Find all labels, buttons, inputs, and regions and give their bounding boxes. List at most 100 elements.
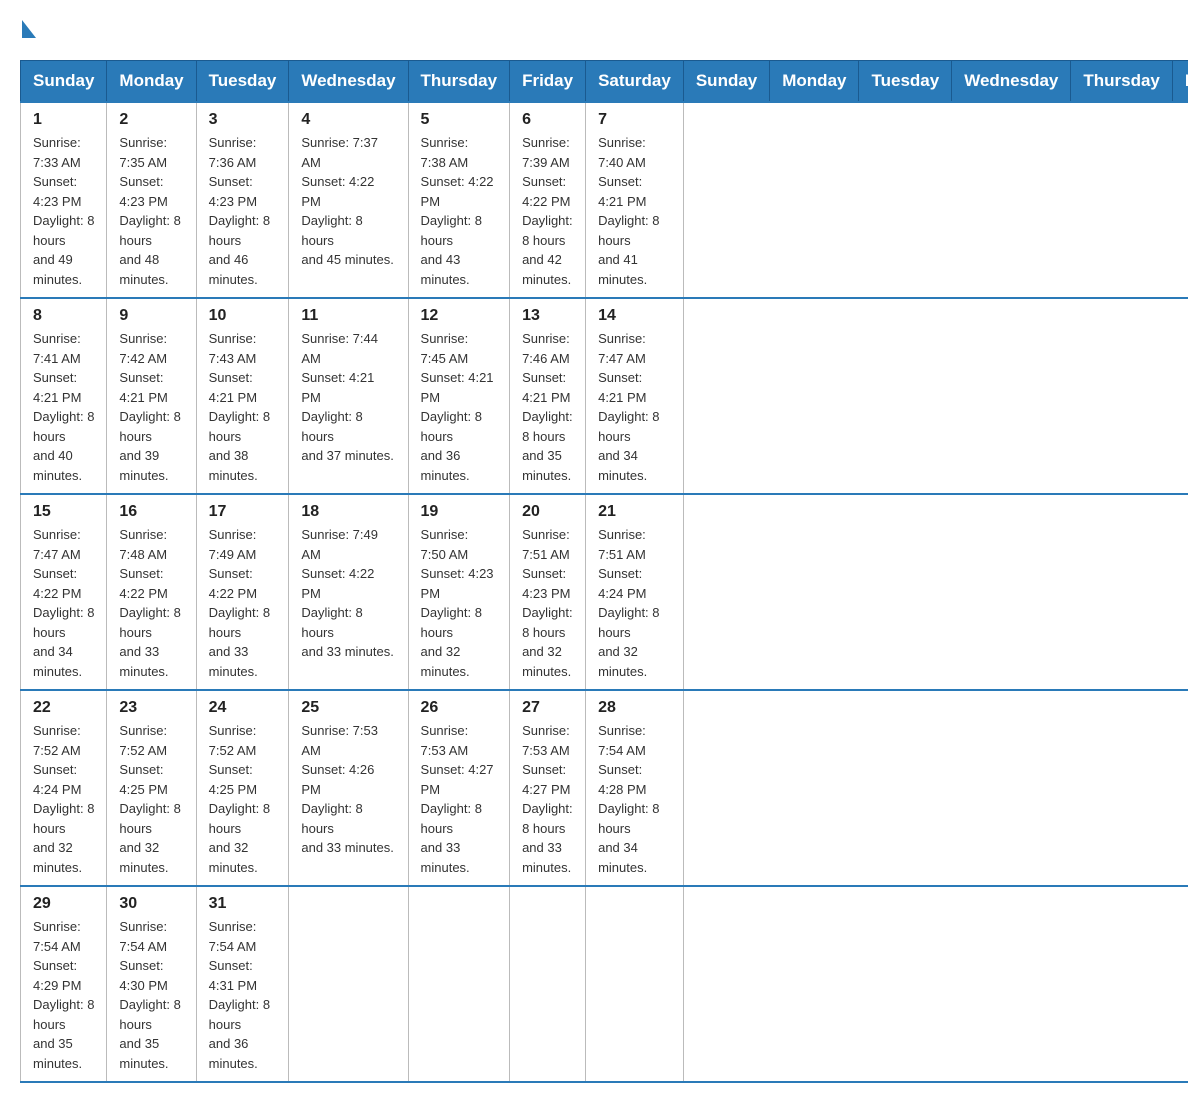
day-number: 19 bbox=[421, 503, 498, 521]
day-number: 1 bbox=[33, 111, 94, 129]
day-info: Sunrise: 7:52 AM Sunset: 4:24 PM Dayligh… bbox=[33, 721, 94, 877]
day-info: Sunrise: 7:53 AM Sunset: 4:27 PM Dayligh… bbox=[421, 721, 498, 877]
day-number: 7 bbox=[598, 111, 671, 129]
day-info: Sunrise: 7:51 AM Sunset: 4:24 PM Dayligh… bbox=[598, 525, 671, 681]
day-info: Sunrise: 7:53 AM Sunset: 4:26 PM Dayligh… bbox=[301, 721, 395, 858]
day-info: Sunrise: 7:46 AM Sunset: 4:21 PM Dayligh… bbox=[522, 329, 573, 485]
logo bbox=[20, 20, 36, 40]
calendar-cell: 29 Sunrise: 7:54 AM Sunset: 4:29 PM Dayl… bbox=[21, 886, 107, 1082]
calendar-cell: 25 Sunrise: 7:53 AM Sunset: 4:26 PM Dayl… bbox=[289, 690, 408, 886]
calendar-cell: 8 Sunrise: 7:41 AM Sunset: 4:21 PM Dayli… bbox=[21, 298, 107, 494]
calendar-cell: 10 Sunrise: 7:43 AM Sunset: 4:21 PM Dayl… bbox=[196, 298, 289, 494]
day-number: 10 bbox=[209, 307, 277, 325]
day-info: Sunrise: 7:39 AM Sunset: 4:22 PM Dayligh… bbox=[522, 133, 573, 289]
day-info: Sunrise: 7:54 AM Sunset: 4:29 PM Dayligh… bbox=[33, 917, 94, 1073]
day-number: 22 bbox=[33, 699, 94, 717]
calendar-cell: 24 Sunrise: 7:52 AM Sunset: 4:25 PM Dayl… bbox=[196, 690, 289, 886]
day-number: 28 bbox=[598, 699, 671, 717]
day-info: Sunrise: 7:35 AM Sunset: 4:23 PM Dayligh… bbox=[119, 133, 183, 289]
calendar-cell: 4 Sunrise: 7:37 AM Sunset: 4:22 PM Dayli… bbox=[289, 102, 408, 298]
calendar-cell: 2 Sunrise: 7:35 AM Sunset: 4:23 PM Dayli… bbox=[107, 102, 196, 298]
day-info: Sunrise: 7:38 AM Sunset: 4:22 PM Dayligh… bbox=[421, 133, 498, 289]
day-info: Sunrise: 7:51 AM Sunset: 4:23 PM Dayligh… bbox=[522, 525, 573, 681]
calendar-cell: 30 Sunrise: 7:54 AM Sunset: 4:30 PM Dayl… bbox=[107, 886, 196, 1082]
col-header-thursday: Thursday bbox=[1071, 61, 1173, 103]
day-info: Sunrise: 7:37 AM Sunset: 4:22 PM Dayligh… bbox=[301, 133, 395, 270]
day-info: Sunrise: 7:47 AM Sunset: 4:22 PM Dayligh… bbox=[33, 525, 94, 681]
day-info: Sunrise: 7:52 AM Sunset: 4:25 PM Dayligh… bbox=[119, 721, 183, 877]
day-number: 25 bbox=[301, 699, 395, 717]
day-number: 8 bbox=[33, 307, 94, 325]
day-number: 11 bbox=[301, 307, 395, 325]
day-info: Sunrise: 7:36 AM Sunset: 4:23 PM Dayligh… bbox=[209, 133, 277, 289]
calendar-cell: 18 Sunrise: 7:49 AM Sunset: 4:22 PM Dayl… bbox=[289, 494, 408, 690]
calendar-cell bbox=[408, 886, 510, 1082]
calendar-week-4: 22 Sunrise: 7:52 AM Sunset: 4:24 PM Dayl… bbox=[21, 690, 1188, 886]
day-info: Sunrise: 7:54 AM Sunset: 4:30 PM Dayligh… bbox=[119, 917, 183, 1073]
calendar-cell: 22 Sunrise: 7:52 AM Sunset: 4:24 PM Dayl… bbox=[21, 690, 107, 886]
day-info: Sunrise: 7:45 AM Sunset: 4:21 PM Dayligh… bbox=[421, 329, 498, 485]
calendar-cell: 31 Sunrise: 7:54 AM Sunset: 4:31 PM Dayl… bbox=[196, 886, 289, 1082]
day-info: Sunrise: 7:47 AM Sunset: 4:21 PM Dayligh… bbox=[598, 329, 671, 485]
day-info: Sunrise: 7:44 AM Sunset: 4:21 PM Dayligh… bbox=[301, 329, 395, 466]
day-number: 13 bbox=[522, 307, 573, 325]
col-header-friday: Friday bbox=[510, 61, 586, 103]
col-header-friday: Friday bbox=[1172, 61, 1188, 103]
col-header-wednesday: Wednesday bbox=[289, 61, 408, 103]
calendar-cell: 21 Sunrise: 7:51 AM Sunset: 4:24 PM Dayl… bbox=[586, 494, 684, 690]
calendar-cell: 6 Sunrise: 7:39 AM Sunset: 4:22 PM Dayli… bbox=[510, 102, 586, 298]
day-number: 23 bbox=[119, 699, 183, 717]
day-info: Sunrise: 7:33 AM Sunset: 4:23 PM Dayligh… bbox=[33, 133, 94, 289]
calendar-cell: 7 Sunrise: 7:40 AM Sunset: 4:21 PM Dayli… bbox=[586, 102, 684, 298]
day-number: 30 bbox=[119, 895, 183, 913]
col-header-tuesday: Tuesday bbox=[196, 61, 289, 103]
day-number: 18 bbox=[301, 503, 395, 521]
day-number: 20 bbox=[522, 503, 573, 521]
day-number: 24 bbox=[209, 699, 277, 717]
day-info: Sunrise: 7:49 AM Sunset: 4:22 PM Dayligh… bbox=[209, 525, 277, 681]
col-header-monday: Monday bbox=[107, 61, 196, 103]
day-number: 9 bbox=[119, 307, 183, 325]
calendar-cell: 28 Sunrise: 7:54 AM Sunset: 4:28 PM Dayl… bbox=[586, 690, 684, 886]
calendar-cell: 1 Sunrise: 7:33 AM Sunset: 4:23 PM Dayli… bbox=[21, 102, 107, 298]
day-number: 15 bbox=[33, 503, 94, 521]
day-info: Sunrise: 7:49 AM Sunset: 4:22 PM Dayligh… bbox=[301, 525, 395, 662]
calendar-cell bbox=[289, 886, 408, 1082]
day-number: 5 bbox=[421, 111, 498, 129]
calendar-cell: 13 Sunrise: 7:46 AM Sunset: 4:21 PM Dayl… bbox=[510, 298, 586, 494]
day-number: 6 bbox=[522, 111, 573, 129]
calendar-week-5: 29 Sunrise: 7:54 AM Sunset: 4:29 PM Dayl… bbox=[21, 886, 1188, 1082]
calendar-cell: 23 Sunrise: 7:52 AM Sunset: 4:25 PM Dayl… bbox=[107, 690, 196, 886]
day-number: 17 bbox=[209, 503, 277, 521]
calendar-cell: 11 Sunrise: 7:44 AM Sunset: 4:21 PM Dayl… bbox=[289, 298, 408, 494]
calendar-cell: 26 Sunrise: 7:53 AM Sunset: 4:27 PM Dayl… bbox=[408, 690, 510, 886]
day-info: Sunrise: 7:48 AM Sunset: 4:22 PM Dayligh… bbox=[119, 525, 183, 681]
calendar-cell: 16 Sunrise: 7:48 AM Sunset: 4:22 PM Dayl… bbox=[107, 494, 196, 690]
calendar-cell: 12 Sunrise: 7:45 AM Sunset: 4:21 PM Dayl… bbox=[408, 298, 510, 494]
logo-arrow-icon bbox=[22, 20, 36, 38]
col-header-saturday: Saturday bbox=[586, 61, 684, 103]
calendar-cell: 17 Sunrise: 7:49 AM Sunset: 4:22 PM Dayl… bbox=[196, 494, 289, 690]
calendar-cell: 15 Sunrise: 7:47 AM Sunset: 4:22 PM Dayl… bbox=[21, 494, 107, 690]
col-header-thursday: Thursday bbox=[408, 61, 510, 103]
day-number: 29 bbox=[33, 895, 94, 913]
col-header-tuesday: Tuesday bbox=[859, 61, 952, 103]
calendar-cell: 14 Sunrise: 7:47 AM Sunset: 4:21 PM Dayl… bbox=[586, 298, 684, 494]
calendar-cell bbox=[586, 886, 684, 1082]
day-info: Sunrise: 7:41 AM Sunset: 4:21 PM Dayligh… bbox=[33, 329, 94, 485]
calendar-cell: 3 Sunrise: 7:36 AM Sunset: 4:23 PM Dayli… bbox=[196, 102, 289, 298]
calendar-cell: 27 Sunrise: 7:53 AM Sunset: 4:27 PM Dayl… bbox=[510, 690, 586, 886]
day-info: Sunrise: 7:43 AM Sunset: 4:21 PM Dayligh… bbox=[209, 329, 277, 485]
day-number: 21 bbox=[598, 503, 671, 521]
day-info: Sunrise: 7:54 AM Sunset: 4:28 PM Dayligh… bbox=[598, 721, 671, 877]
calendar-week-3: 15 Sunrise: 7:47 AM Sunset: 4:22 PM Dayl… bbox=[21, 494, 1188, 690]
col-header-wednesday: Wednesday bbox=[952, 61, 1071, 103]
page-header bbox=[20, 20, 1168, 40]
calendar-cell: 5 Sunrise: 7:38 AM Sunset: 4:22 PM Dayli… bbox=[408, 102, 510, 298]
calendar-cell: 9 Sunrise: 7:42 AM Sunset: 4:21 PM Dayli… bbox=[107, 298, 196, 494]
day-info: Sunrise: 7:54 AM Sunset: 4:31 PM Dayligh… bbox=[209, 917, 277, 1073]
calendar-table: SundayMondayTuesdayWednesdayThursdayFrid… bbox=[20, 60, 1188, 1083]
day-number: 27 bbox=[522, 699, 573, 717]
day-number: 26 bbox=[421, 699, 498, 717]
col-header-monday: Monday bbox=[770, 61, 859, 103]
